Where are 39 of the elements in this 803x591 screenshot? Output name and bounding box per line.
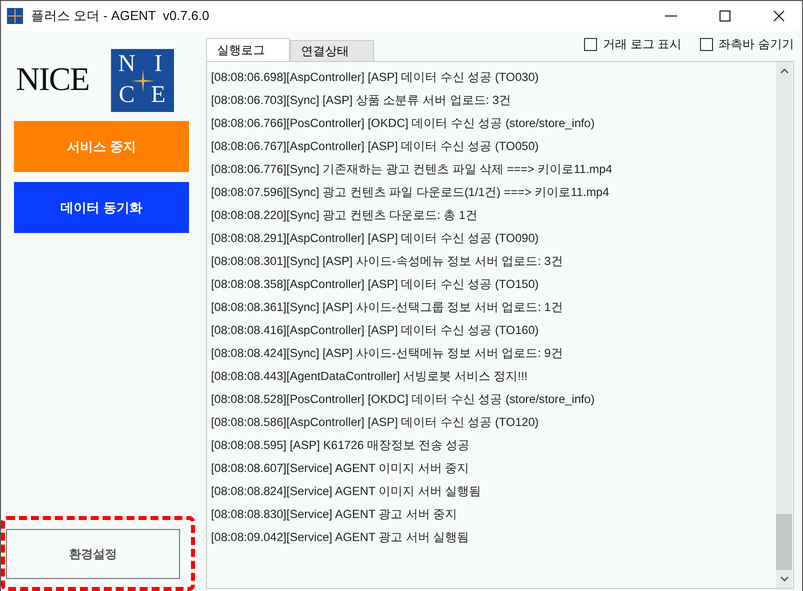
scrollbar[interactable]: [776, 62, 792, 588]
log-line: [08:08:08.358][AspController] [ASP] 데이터 수신 성공 (TO150): [211, 276, 540, 293]
window-title: 플러스 오더 - AGENT v0.7.6.0: [31, 7, 210, 25]
scroll-down-icon[interactable]: [780, 576, 788, 582]
log-line: [08:08:08.830][Service] AGENT 광고 서버 중지: [211, 506, 458, 523]
log-line: [08:08:07.596][Sync] 광고 컨텐츠 파일 다운로드(1/1건) ===> 키이로11.mp4: [211, 184, 610, 201]
logo-emblem: N I C E: [111, 48, 174, 112]
logo-wordmark: NICE: [16, 62, 89, 98]
log-line: [08:08:06.767][AspController] [ASP] 데이터 수신 성공 (TO050): [211, 138, 540, 155]
log-line: [08:08:06.766][PosController] [OKDC] 데이터 수신 성공 (store/store_info): [211, 115, 596, 132]
log-line: [08:08:08.220][Sync] 광고 컨텐츠 다운로드: 총 1건: [211, 207, 478, 224]
log-line: [08:08:09.042][Service] AGENT 광고 서버 실행됨: [211, 529, 470, 546]
close-icon[interactable]: [773, 10, 785, 22]
checkbox[interactable]: [584, 38, 597, 51]
log-line: [08:08:08.586][AspController] [ASP] 데이터 수신 성공 (TO120): [211, 414, 540, 431]
log-line: [08:08:08.595] [ASP] K61726 매장정보 전송 성공: [211, 437, 471, 454]
log-line: [08:08:08.443][AgentDataController] 서빙로봇 서비스 정지!!!: [211, 368, 529, 385]
log-line: [08:08:06.703][Sync] [ASP] 상품 소분류 서버 업로드: 3건: [211, 92, 512, 109]
log-line: [08:08:08.416][AspController] [ASP] 데이터 수신 성공 (TO160): [211, 322, 540, 339]
tab[interactable]: 실행로그: [206, 38, 290, 61]
checkbox-label: 거래 로그 표시: [602, 36, 682, 53]
log-line: [08:08:08.301][Sync] [ASP] 사이드-속성메뉴 정보 서버 업로드: 3건: [211, 253, 564, 270]
log-line: [08:08:08.361][Sync] [ASP] 사이드-선택그룹 정보 서버 업로드: 1건: [211, 299, 564, 316]
log-line: [08:08:06.776][Sync] 기존재하는 광고 컨텐츠 파일 삭제 ===> 키이로11.mp4: [211, 161, 614, 178]
log-line: [08:08:08.424][Sync] [ASP] 사이드-선택메뉴 정보 서버 업로드: 9건: [211, 345, 564, 362]
settings-button[interactable]: 환경설정: [6, 529, 180, 579]
log-line: [08:08:06.698][AspController] [ASP] 데이터 수신 성공 (TO030): [211, 69, 540, 86]
log-line: [08:08:08.528][PosController] [OKDC] 데이터 수신 성공 (store/store_info): [211, 391, 596, 408]
app-icon: [7, 8, 23, 24]
tab[interactable]: 연결상태: [290, 40, 374, 61]
log-line: [08:08:08.291][AspController] [ASP] 데이터 수신 성공 (TO090): [211, 230, 540, 247]
checkbox-label: 좌측바 숨기기: [718, 36, 794, 53]
scroll-up-icon[interactable]: [780, 68, 788, 74]
maximize-icon[interactable]: [719, 10, 731, 22]
sidebar-button[interactable]: 데이터 동기화: [14, 182, 189, 233]
log-line: [08:08:08.607][Service] AGENT 이미지 서버 중지: [211, 460, 470, 477]
checkbox[interactable]: [700, 38, 713, 51]
scrollbar-thumb[interactable]: [776, 514, 792, 570]
log-line: [08:08:08.824][Service] AGENT 이미지 서버 실행됨: [211, 483, 482, 500]
